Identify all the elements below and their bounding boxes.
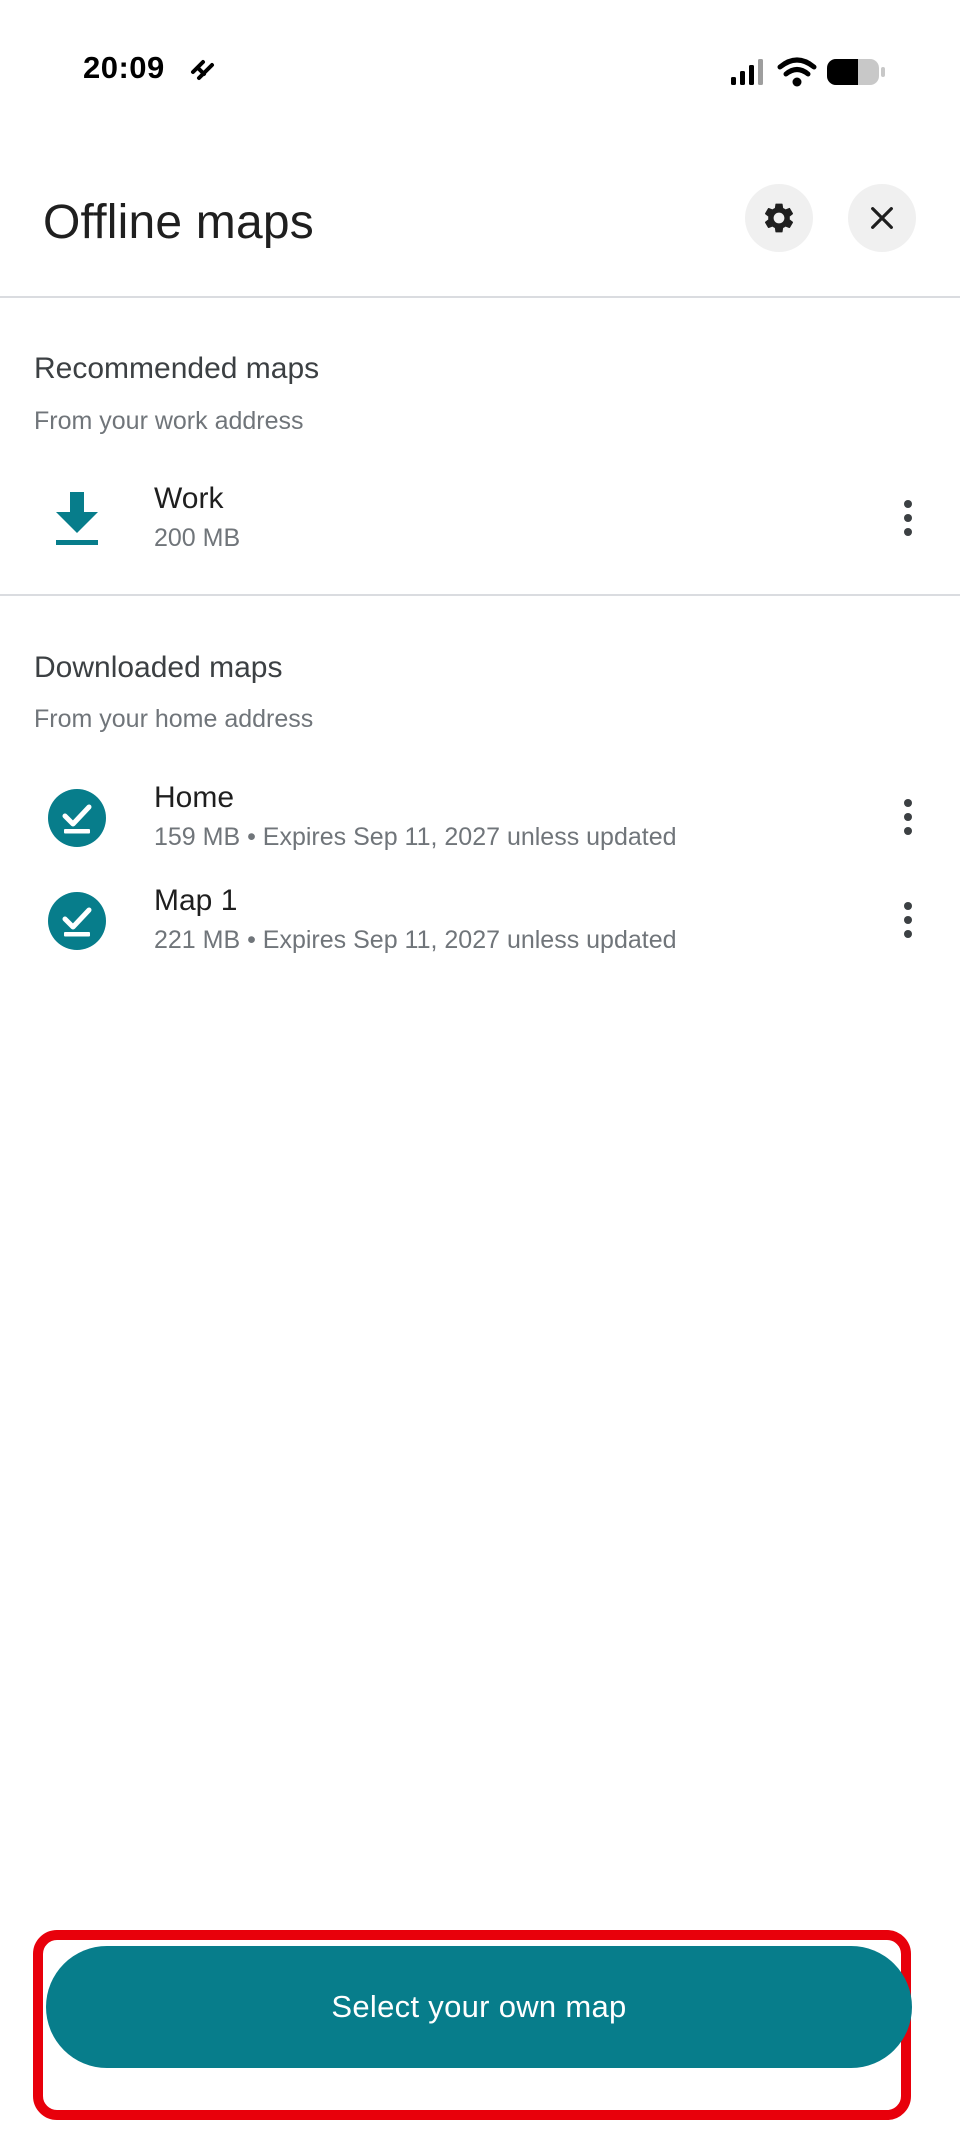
- section-divider: [0, 594, 960, 596]
- map-detail: 159 MB • Expires Sep 11, 2027 unless upd…: [154, 823, 677, 851]
- header-divider: [0, 296, 960, 298]
- map-name: Home: [154, 781, 235, 814]
- settings-button[interactable]: [745, 184, 813, 252]
- more-options-button[interactable]: [888, 892, 928, 948]
- downloaded-check-icon: [48, 789, 106, 847]
- header: Offline maps: [0, 160, 960, 296]
- status-bar: 20:09: [0, 0, 960, 140]
- map-row-map-1[interactable]: Map 1 221 MB • Expires Sep 11, 2027 unle…: [0, 874, 960, 970]
- link-icon: [191, 60, 214, 80]
- page-title: Offline maps: [43, 196, 314, 249]
- signal-icon: [731, 59, 763, 85]
- map-name: Work: [154, 482, 224, 515]
- recommended-section-subtitle: From your work address: [34, 407, 304, 435]
- status-time: 20:09: [83, 50, 165, 85]
- map-detail: 221 MB • Expires Sep 11, 2027 unless upd…: [154, 926, 677, 954]
- select-your-own-map-button[interactable]: Select your own map: [46, 1946, 912, 2068]
- downloaded-check-icon: [48, 892, 106, 950]
- more-vert-icon: [904, 500, 912, 536]
- map-name: Map 1: [154, 884, 238, 917]
- close-icon: [871, 207, 893, 229]
- more-vert-icon: [904, 799, 912, 835]
- more-options-button[interactable]: [888, 789, 928, 845]
- map-detail: 200 MB: [154, 524, 241, 552]
- battery-icon: [827, 59, 885, 85]
- downloaded-section-title: Downloaded maps: [34, 651, 283, 684]
- downloaded-section-subtitle: From your home address: [34, 705, 314, 733]
- gear-icon: [764, 203, 794, 233]
- more-options-button[interactable]: [888, 490, 928, 546]
- map-row-work[interactable]: Work 200 MB: [0, 472, 960, 568]
- more-vert-icon: [904, 902, 912, 938]
- close-button[interactable]: [848, 184, 916, 252]
- wifi-icon: [777, 57, 817, 87]
- download-icon: [56, 492, 98, 545]
- map-row-home[interactable]: Home 159 MB • Expires Sep 11, 2027 unles…: [0, 771, 960, 867]
- recommended-section-title: Recommended maps: [34, 352, 320, 385]
